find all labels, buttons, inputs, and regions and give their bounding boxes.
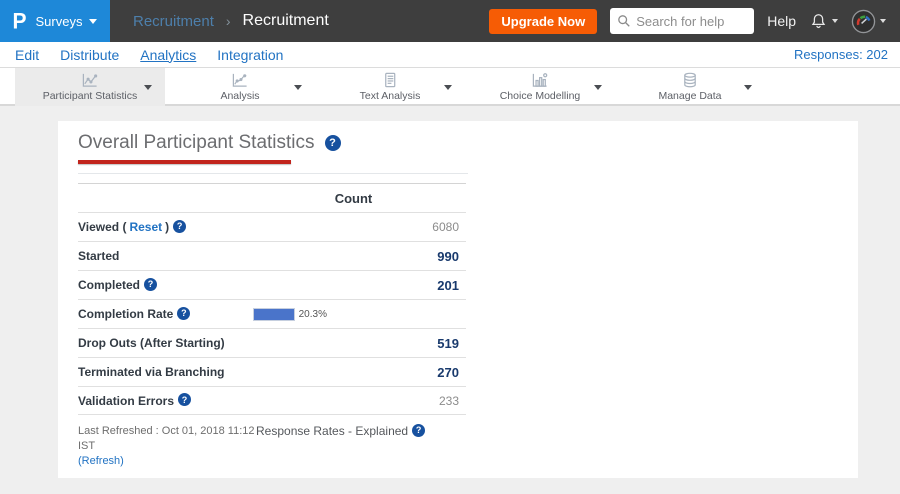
- breadcrumb: Recruitment › Recruitment: [133, 12, 329, 30]
- completion-rate-bar: [253, 307, 295, 321]
- row-value: 6080: [432, 220, 459, 234]
- responses-count[interactable]: Responses: 202: [794, 47, 888, 62]
- help-search: [610, 8, 755, 34]
- tool-tab-label: Manage Data: [658, 90, 722, 102]
- chevron-down-icon: [880, 19, 886, 23]
- help-link[interactable]: Help: [767, 13, 796, 29]
- divider: [78, 173, 468, 174]
- topbar-actions: Upgrade Now Help: [489, 8, 900, 34]
- tab-integration[interactable]: Integration: [217, 47, 283, 63]
- main-content: Overall Participant Statistics ? Count V…: [0, 106, 900, 478]
- row-label: Completion Rate: [78, 307, 174, 321]
- account-menu[interactable]: [851, 9, 886, 34]
- row-label: Completed: [78, 278, 141, 292]
- tool-tab-label: Choice Modelling: [499, 90, 581, 102]
- tool-tab-manage-data[interactable]: Manage Data: [615, 68, 765, 106]
- document-icon: [380, 72, 400, 89]
- row-label: Viewed (: [78, 220, 127, 234]
- table-row-drop-outs: Drop Outs (After Starting) 519: [78, 328, 466, 357]
- row-value: 233: [438, 393, 459, 408]
- chevron-down-icon[interactable]: [444, 85, 452, 90]
- table-row-completion-rate: Completion Rate ? 20.3%: [78, 299, 466, 328]
- table-row-terminated: Terminated via Branching 270: [78, 357, 466, 386]
- chevron-down-icon[interactable]: [294, 85, 302, 90]
- scatter-chart-icon: [230, 72, 250, 89]
- questionpro-logo: P: [12, 8, 27, 34]
- statistics-card: Overall Participant Statistics ? Count V…: [58, 121, 858, 478]
- row-value: 270: [437, 364, 459, 380]
- avatar: [851, 9, 876, 33]
- tool-tab-label: Text Analysis: [359, 90, 421, 102]
- refresh-link[interactable]: (Refresh): [78, 455, 124, 467]
- table-row-viewed: Viewed ( Reset ) ? 6080: [78, 212, 466, 241]
- title-row: Overall Participant Statistics ?: [78, 132, 838, 154]
- row-label: Validation Errors: [78, 393, 175, 408]
- database-icon: [680, 72, 700, 89]
- tool-tab-label: Participant Statistics: [42, 90, 138, 102]
- breadcrumb-current: Recruitment: [242, 12, 329, 29]
- reset-link[interactable]: Reset: [129, 220, 162, 234]
- row-value: 201: [437, 277, 459, 293]
- row-value: 519: [437, 335, 459, 351]
- tool-tab-analysis[interactable]: Analysis: [165, 68, 315, 106]
- tool-tab-text-analysis[interactable]: Text Analysis: [315, 68, 465, 106]
- row-label: Terminated via Branching: [78, 365, 225, 379]
- table-row-started: Started 990: [78, 241, 466, 270]
- breadcrumb-chevron-icon: ›: [225, 13, 231, 29]
- table-footer: Last Refreshed : Oct 01, 2018 11:12 IST …: [78, 423, 838, 469]
- surveys-menu-label: Surveys: [35, 13, 83, 29]
- response-rates-explained-label: Response Rates - Explained: [256, 424, 409, 438]
- breadcrumb-parent[interactable]: Recruitment: [133, 13, 214, 30]
- top-bar: P Surveys Recruitment › Recruitment Upgr…: [0, 0, 900, 42]
- surveys-menu[interactable]: Surveys: [36, 14, 98, 29]
- survey-nav: Edit Distribute Analytics Integration Re…: [0, 42, 900, 68]
- help-icon[interactable]: ?: [178, 393, 192, 406]
- row-value: 990: [437, 248, 459, 264]
- row-label-suffix: ): [165, 220, 170, 234]
- chevron-down-icon[interactable]: [144, 85, 152, 90]
- row-label: Drop Outs (After Starting): [78, 336, 225, 350]
- search-icon: [618, 15, 630, 27]
- tool-tab-choice-modelling[interactable]: Choice Modelling: [465, 68, 615, 106]
- participant-statistics-table: Count Viewed ( Reset ) ? 6080 Started 99…: [78, 183, 466, 415]
- chevron-down-icon[interactable]: [594, 85, 602, 90]
- help-icon[interactable]: ?: [412, 423, 426, 437]
- bell-icon: [811, 13, 826, 28]
- table-header-row: Count: [78, 183, 466, 212]
- table-row-validation-errors: Validation Errors ? 233: [78, 386, 466, 415]
- analytics-toolbar: Participant Statistics Analysis Text Ana…: [0, 68, 900, 106]
- line-chart-icon: [80, 72, 100, 89]
- row-label: Started: [78, 249, 120, 263]
- chevron-down-icon: [832, 19, 838, 23]
- tab-edit[interactable]: Edit: [15, 47, 39, 63]
- chevron-down-icon[interactable]: [744, 85, 752, 90]
- help-icon[interactable]: ?: [144, 277, 158, 291]
- count-column-header: Count: [334, 190, 373, 206]
- tab-distribute[interactable]: Distribute: [60, 47, 119, 63]
- bar-chart-icon: [530, 72, 550, 89]
- page-title: Overall Participant Statistics: [78, 132, 315, 153]
- help-icon[interactable]: ?: [173, 219, 187, 233]
- help-icon[interactable]: ?: [324, 135, 341, 151]
- notifications-menu[interactable]: [809, 12, 838, 31]
- last-refreshed-text: Last Refreshed : Oct 01, 2018 11:12 IST: [78, 425, 255, 452]
- table-row-completed: Completed ? 201: [78, 270, 466, 299]
- tab-analytics[interactable]: Analytics: [140, 47, 196, 63]
- survey-nav-tabs: Edit Distribute Analytics Integration: [15, 47, 283, 63]
- help-icon[interactable]: ?: [177, 306, 191, 320]
- red-highlight-underline: [78, 160, 291, 164]
- tool-tab-participant-statistics[interactable]: Participant Statistics: [15, 68, 165, 106]
- product-logo-menu[interactable]: P Surveys: [0, 0, 110, 42]
- chevron-down-icon: [89, 18, 98, 24]
- search-input[interactable]: [610, 8, 755, 34]
- upgrade-now-button[interactable]: Upgrade Now: [489, 8, 598, 34]
- tool-tab-label: Analysis: [220, 90, 260, 102]
- completion-rate-value: 20.3%: [298, 308, 327, 320]
